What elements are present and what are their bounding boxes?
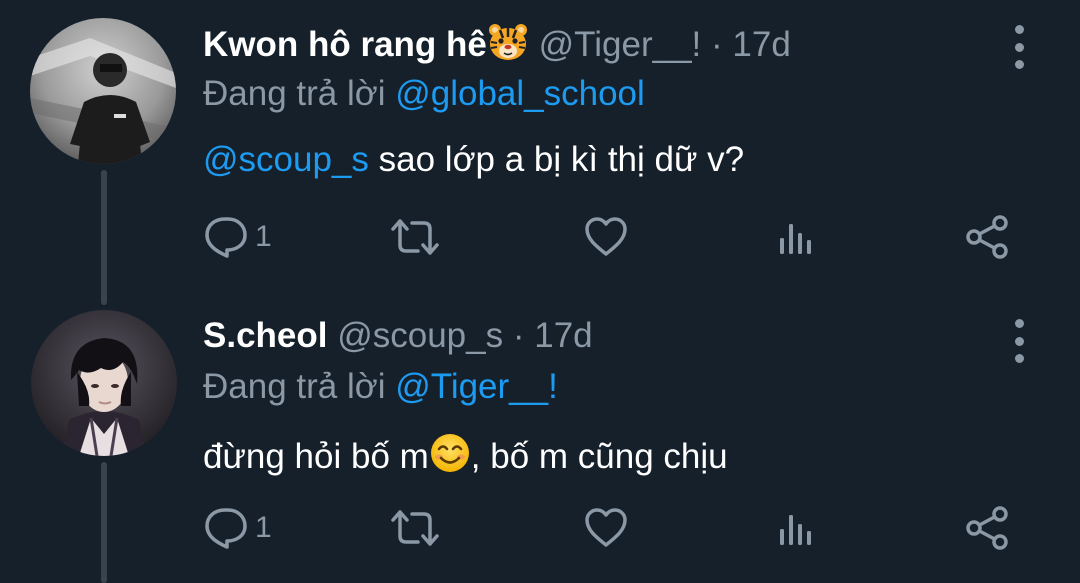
tweet-text: đừng hỏi bố m , bố m cũng chịu xyxy=(203,432,728,483)
views-icon xyxy=(780,224,811,254)
views-icon xyxy=(780,515,811,545)
tweet-mention[interactable]: @scoup_s xyxy=(203,140,369,179)
separator: · xyxy=(711,25,723,64)
retweet-icon xyxy=(391,510,439,546)
reply-icon xyxy=(205,508,247,549)
avatar[interactable] xyxy=(31,310,177,456)
handle[interactable]: @Tiger__! xyxy=(539,25,702,64)
retweet-icon xyxy=(391,219,439,255)
replying-to-mention[interactable]: @global_school xyxy=(395,74,645,113)
replying-to-label: Đang trả lời xyxy=(203,367,386,406)
views-button[interactable] xyxy=(778,511,814,547)
like-button[interactable] xyxy=(584,507,628,549)
share-button[interactable] xyxy=(965,214,1009,260)
tweet-header: S.cheol @scoup_s · 17d xyxy=(203,316,593,356)
separator: · xyxy=(512,316,525,355)
tweet-body-start: đừng hỏi bố m xyxy=(203,437,429,476)
retweet-button[interactable] xyxy=(390,508,440,548)
tiger-face-icon xyxy=(487,22,529,71)
thread-line-top xyxy=(101,170,107,305)
handle[interactable]: @scoup_s xyxy=(337,316,503,355)
retweet-button[interactable] xyxy=(390,217,440,257)
reply-button[interactable]: 1 xyxy=(203,506,272,550)
timestamp[interactable]: 17d xyxy=(732,25,790,64)
more-options-button[interactable] xyxy=(1009,316,1029,366)
more-options-button[interactable] xyxy=(1009,22,1029,72)
more-options-icon xyxy=(1014,25,1024,34)
display-name[interactable]: S.cheol xyxy=(203,316,327,355)
reply-icon xyxy=(205,217,247,258)
more-options-icon xyxy=(1014,319,1024,328)
replying-to: Đang trả lời @global_school xyxy=(203,74,645,114)
more-options-dot xyxy=(1014,354,1024,363)
timestamp[interactable]: 17d xyxy=(534,316,592,355)
avatar[interactable] xyxy=(30,18,176,164)
tweet-text: @scoup_s sao lớp a bị kì thị dữ v? xyxy=(203,140,744,180)
more-options-dot xyxy=(1014,60,1024,69)
replying-to-mention[interactable]: @Tiger__! xyxy=(395,367,558,406)
tweet-header: Kwon hô rang hê @Tiger__! · 17d xyxy=(203,22,791,64)
reply-count: 1 xyxy=(255,511,272,544)
like-icon xyxy=(585,508,627,547)
display-name[interactable]: Kwon hô rang hê xyxy=(203,25,487,64)
like-icon xyxy=(585,217,627,256)
thread-line-bottom xyxy=(101,462,107,583)
replying-to: Đang trả lời @Tiger__! xyxy=(203,367,558,407)
share-button[interactable] xyxy=(965,505,1009,551)
tweet-body: sao lớp a bị kì thị dữ v? xyxy=(378,140,745,179)
reply-button[interactable]: 1 xyxy=(203,215,272,259)
like-button[interactable] xyxy=(584,216,628,258)
replying-to-label: Đang trả lời xyxy=(203,74,386,113)
views-button[interactable] xyxy=(778,220,814,256)
share-icon xyxy=(966,215,1008,259)
share-icon xyxy=(966,506,1008,550)
smiling-face-icon xyxy=(429,432,471,483)
more-options-dot xyxy=(1014,336,1024,346)
reply-count: 1 xyxy=(255,220,272,253)
tweet-body-end: , bố m cũng chịu xyxy=(470,437,728,476)
more-options-dot xyxy=(1014,42,1024,52)
